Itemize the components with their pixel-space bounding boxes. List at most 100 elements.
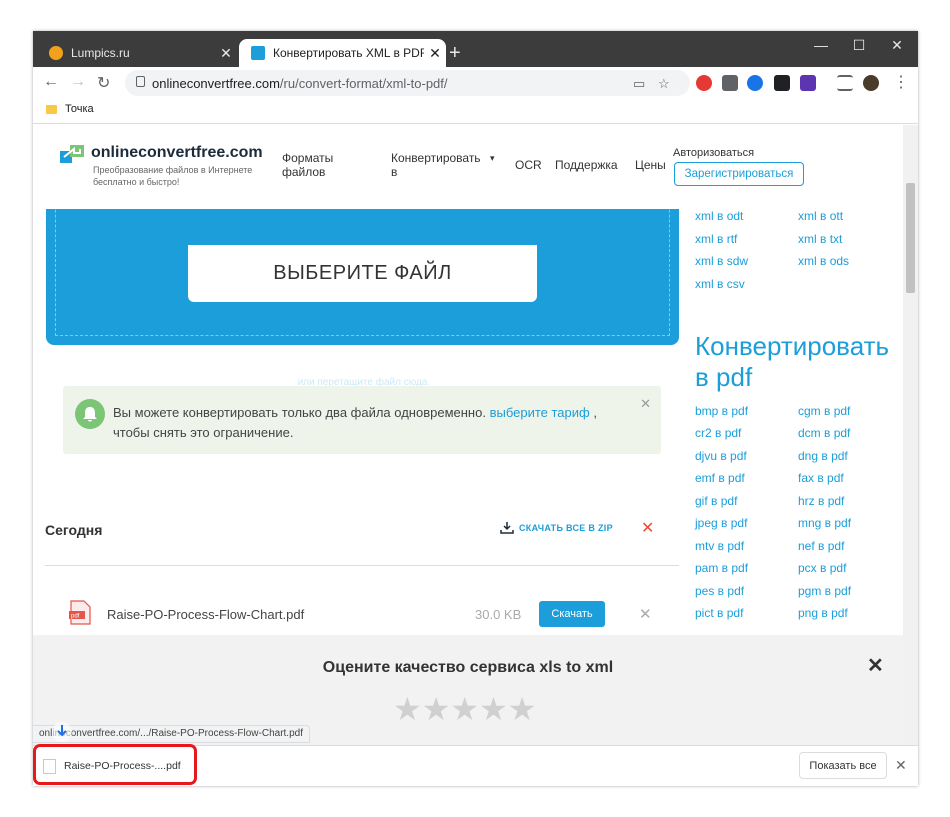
sidebar-link[interactable]: xml в ods bbox=[798, 254, 849, 268]
sidebar-link[interactable]: xml в rtf bbox=[695, 232, 737, 246]
choose-plan-link[interactable]: выберите тариф bbox=[490, 405, 590, 420]
nav-ocr[interactable]: OCR bbox=[515, 158, 542, 172]
plus-icon[interactable]: + bbox=[449, 42, 461, 65]
forward-arrow-icon[interactable]: → bbox=[70, 73, 86, 91]
scrollbar[interactable] bbox=[903, 125, 918, 745]
url-path: /ru/convert-format/xml-to-pdf/ bbox=[279, 76, 448, 91]
url-domain: onlineconvertfree.com bbox=[152, 76, 280, 91]
sidebar-link[interactable]: xml в csv bbox=[695, 277, 745, 291]
extension-icon[interactable] bbox=[800, 75, 816, 91]
remove-file-icon[interactable]: ✕ bbox=[639, 605, 652, 623]
sidebar-link[interactable]: fax в pdf bbox=[798, 471, 844, 485]
nav-support[interactable]: Поддержка bbox=[555, 158, 618, 172]
login-link[interactable]: Авторизоваться bbox=[673, 147, 754, 159]
file-name: Raise-PO-Process-Flow-Chart.pdf bbox=[107, 607, 305, 622]
sidebar-link[interactable]: xml в txt bbox=[798, 232, 842, 246]
show-all-button[interactable]: Показать все bbox=[799, 752, 887, 779]
sidebar-link[interactable]: pes в pdf bbox=[695, 584, 744, 598]
star-icon[interactable]: ☆ bbox=[658, 76, 670, 92]
sidebar-link[interactable]: xml в sdw bbox=[695, 254, 748, 268]
rating-title: Оцените качество сервиса xls to xml bbox=[322, 659, 614, 676]
nav-formats[interactable]: Форматы файлов bbox=[282, 151, 352, 179]
star-icon[interactable]: ★ bbox=[450, 691, 479, 727]
rating-stars: ★★★★★ bbox=[393, 690, 536, 728]
sidebar-link[interactable]: gif в pdf bbox=[695, 494, 737, 508]
address-bar[interactable]: onlineconvertfree.com/ru/convert-format/… bbox=[125, 70, 690, 96]
sidebar-link[interactable]: xml в ott bbox=[798, 209, 843, 223]
rating-close-icon[interactable]: ✕ bbox=[867, 653, 884, 678]
highlight-box bbox=[33, 744, 197, 785]
minimize-icon[interactable]: — bbox=[806, 37, 836, 53]
download-button[interactable]: Скачать bbox=[539, 601, 605, 627]
sidebar-link[interactable]: dng в pdf bbox=[798, 449, 848, 463]
chevron-down-icon[interactable]: ▾ bbox=[490, 151, 495, 165]
clear-all-icon[interactable]: ✕ bbox=[641, 518, 654, 538]
sidebar-link[interactable]: png в pdf bbox=[798, 606, 848, 620]
tab-title: Lumpics.ru bbox=[71, 46, 130, 60]
star-icon[interactable]: ★ bbox=[393, 691, 422, 727]
reload-icon[interactable]: ↻ bbox=[97, 73, 110, 93]
tab-lumpics[interactable]: Lumpics.ru ✕ bbox=[37, 39, 237, 67]
bookmarks-bar: Точка bbox=[33, 99, 918, 124]
tab-close-icon[interactable]: ✕ bbox=[424, 45, 446, 62]
svg-text:pdf: pdf bbox=[71, 614, 80, 620]
bookmark-tochka[interactable]: Точка bbox=[65, 103, 94, 115]
site-header: onlineconvertfree.com Преобразование фай… bbox=[33, 125, 903, 209]
avatar[interactable] bbox=[863, 75, 879, 91]
nav-prices[interactable]: Цены bbox=[635, 158, 666, 172]
tagline: Преобразование файлов в Интернете беспла… bbox=[93, 165, 253, 187]
upload-area[interactable]: ВЫБЕРИТЕ ФАЙЛ или перетащите файл сюда bbox=[46, 185, 679, 388]
sidebar-link[interactable]: cr2 в pdf bbox=[695, 426, 741, 440]
tab-title: Конвертировать XML в PDF онлайн bbox=[273, 46, 424, 60]
cast-icon[interactable]: ▭ bbox=[633, 76, 645, 92]
file-row: pdf Raise-PO-Process-Flow-Chart.pdf 30.0… bbox=[45, 585, 679, 635]
url-text: onlineconvertfree.com/ru/convert-format/… bbox=[152, 76, 448, 91]
folder-icon bbox=[46, 105, 57, 114]
star-icon[interactable]: ★ bbox=[422, 691, 451, 727]
sidebar-link[interactable]: dcm в pdf bbox=[798, 426, 850, 440]
sidebar-link[interactable]: xml в odt bbox=[695, 209, 743, 223]
menu-icon[interactable]: ⋮ bbox=[893, 72, 909, 92]
shelf-close-icon[interactable]: ✕ bbox=[895, 757, 907, 774]
logo-icon[interactable] bbox=[60, 145, 84, 163]
sidebar-link[interactable]: pgm в pdf bbox=[798, 584, 851, 598]
section-title: Сегодня bbox=[45, 522, 103, 538]
tab-convert[interactable]: Конвертировать XML в PDF онлайн ✕ bbox=[239, 39, 446, 67]
download-all-button[interactable]: СКАЧАТЬ ВСЕ В ZIP bbox=[500, 522, 613, 534]
sidebar-link[interactable]: djvu в pdf bbox=[695, 449, 747, 463]
sidebar-link[interactable]: emf в pdf bbox=[695, 471, 745, 485]
star-icon[interactable]: ★ bbox=[479, 691, 508, 727]
sidebar-link[interactable]: nef в pdf bbox=[798, 539, 844, 553]
logo-text[interactable]: onlineconvertfree.com bbox=[91, 144, 263, 162]
back-arrow-icon[interactable]: ← bbox=[43, 73, 59, 91]
bell-icon bbox=[75, 399, 105, 429]
sidebar-link[interactable]: pict в pdf bbox=[695, 606, 743, 620]
globe-icon[interactable] bbox=[747, 75, 763, 91]
notice-text: Вы можете конвертировать только два файл… bbox=[113, 403, 633, 443]
maximize-icon[interactable]: ☐ bbox=[844, 37, 874, 54]
sidebar-link[interactable]: mng в pdf bbox=[798, 516, 851, 530]
divider bbox=[45, 565, 679, 566]
sidebar-link[interactable]: bmp в pdf bbox=[695, 404, 748, 418]
pdf-file-icon: pdf bbox=[69, 600, 91, 625]
extension-icon[interactable] bbox=[696, 75, 712, 91]
sidebar-link[interactable]: pcx в pdf bbox=[798, 561, 846, 575]
notice-close-icon[interactable]: ✕ bbox=[640, 396, 651, 412]
sidebar-link[interactable]: hrz в pdf bbox=[798, 494, 844, 508]
nav-convert[interactable]: Конвертировать в bbox=[391, 151, 481, 179]
question-icon[interactable] bbox=[722, 75, 738, 91]
register-button[interactable]: Зарегистрироваться bbox=[674, 162, 804, 186]
scrollbar-thumb[interactable] bbox=[906, 183, 915, 293]
tab-close-icon[interactable]: ✕ bbox=[215, 45, 237, 62]
cube-icon[interactable] bbox=[774, 75, 790, 91]
title-bar: Lumpics.ru ✕ Конвертировать XML в PDF он… bbox=[33, 31, 918, 67]
close-icon[interactable]: ✕ bbox=[882, 37, 912, 54]
choose-file-button[interactable]: ВЫБЕРИТЕ ФАЙЛ bbox=[188, 245, 537, 302]
toolbar: ← → ↻ onlineconvertfree.com/ru/convert-f… bbox=[33, 67, 918, 99]
sidebar-link[interactable]: pam в pdf bbox=[695, 561, 748, 575]
sidebar-link[interactable]: mtv в pdf bbox=[695, 539, 744, 553]
sidebar-link[interactable]: jpeg в pdf bbox=[695, 516, 747, 530]
sidebar-link[interactable]: cgm в pdf bbox=[798, 404, 850, 418]
media-icon[interactable] bbox=[837, 75, 853, 91]
star-icon[interactable]: ★ bbox=[508, 691, 537, 727]
